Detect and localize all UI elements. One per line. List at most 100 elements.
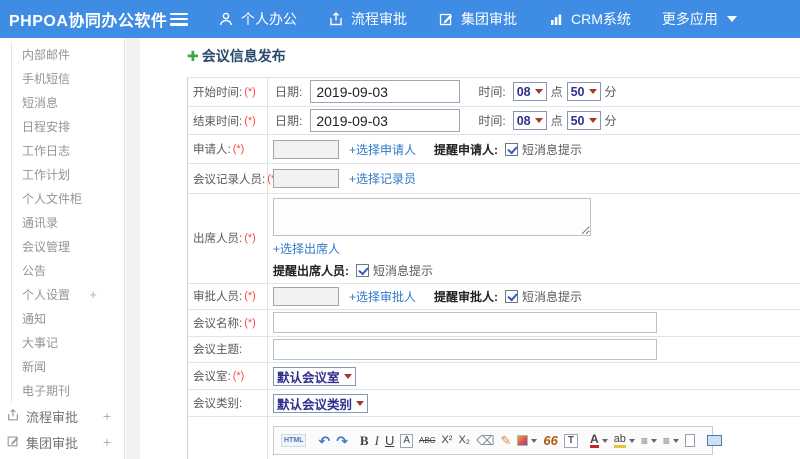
approver-input[interactable] [273, 286, 339, 306]
sidebar-item-meeting-management[interactable]: 会议管理 [12, 235, 124, 259]
form-row-attendees: 出席人员: (*) +选择出席人 提醒出席人员: 短消息提示 [188, 193, 800, 284]
sidebar-item-announcement[interactable]: 公告 [12, 259, 124, 283]
sms-remind-checkbox[interactable] [505, 289, 519, 303]
sidebar-item-work-plan[interactable]: 工作计划 [12, 163, 124, 187]
nav-item-more-apps[interactable]: 更多应用 [662, 9, 737, 29]
sidebar-group-label: 集团审批 [26, 435, 79, 451]
nav-item-group-approval[interactable]: 集团审批 [438, 9, 517, 29]
sidebar-group-group-approval[interactable]: 集团审批 + [0, 429, 124, 455]
label-text: 出席人员: [193, 233, 243, 246]
blockquote-icon[interactable]: 66 [543, 434, 557, 447]
expand-plus-icon[interactable]: + [89, 283, 97, 307]
eraser-icon[interactable]: ⌫ [476, 434, 494, 447]
choose-applicant-link[interactable]: +选择申请人 [349, 141, 416, 158]
choose-recorder-link[interactable]: +选择记录员 [349, 170, 416, 187]
bold-icon[interactable]: B [360, 434, 369, 447]
remind-approver-label: 提醒审批人: [434, 289, 499, 304]
form-row-meeting-name: 会议名称: (*) [188, 309, 800, 337]
font-color-icon[interactable]: A [589, 432, 608, 448]
sidebar-item-mobile-sms[interactable]: 手机短信 [12, 67, 124, 91]
font-color-letter: A [589, 432, 599, 448]
strikethrough-icon[interactable]: ABC [419, 436, 435, 445]
unordered-list-icon[interactable]: ≡ [663, 435, 679, 447]
sidebar-item-e-journal[interactable]: 电子期刊 [12, 379, 124, 403]
choose-attendees-link[interactable]: +选择出席人 [273, 240, 340, 257]
editor-html-source-button[interactable]: HTML [281, 434, 307, 447]
end-minute-select[interactable]: 50 [566, 111, 601, 131]
label-text: 会议类别: [193, 398, 243, 411]
nav-item-personal-office[interactable]: 个人办公 [218, 9, 297, 29]
sidebar-item-personal-settings[interactable]: 个人设置 + [12, 283, 124, 307]
underline-icon[interactable]: U [385, 434, 394, 447]
paste-as-text-icon[interactable]: T [563, 433, 578, 448]
sidebar-item-notice[interactable]: 通知 [12, 307, 124, 331]
sms-remind-checkbox[interactable] [356, 263, 369, 277]
new-page-icon[interactable] [684, 434, 695, 447]
sidebar-group-crm-system[interactable]: CRM系统 + [0, 455, 124, 459]
recorder-input[interactable] [273, 169, 339, 189]
meeting-name-input[interactable] [273, 312, 657, 334]
select-arrow-icon [356, 400, 365, 406]
redo-icon[interactable]: ↷ [336, 434, 348, 448]
meeting-category-select[interactable]: 默认会议类别 [273, 393, 369, 413]
select-value: 50 [570, 113, 585, 128]
label-text: 审批人员: [193, 291, 243, 304]
fullscreen-icon[interactable] [706, 435, 722, 446]
rich-text-editor: HTML ↶ ↷ B I U A ABC X² X₂ ⌫ ✎ 66 T A ab… [273, 426, 722, 455]
sidebar-item-personal-files[interactable]: 个人文件柜 [12, 187, 124, 211]
sidebar-item-internal-mail[interactable]: 内部邮件 [12, 43, 124, 67]
field-label [188, 417, 268, 459]
nav-label: 流程审批 [351, 11, 407, 27]
sidebar-item-short-message[interactable]: 短消息 [12, 91, 124, 115]
nav-item-crm-system[interactable]: CRM系统 [548, 9, 631, 29]
choose-approver-link[interactable]: +选择审批人 [349, 288, 416, 305]
caret-down-icon [650, 438, 657, 443]
start-date-input[interactable] [310, 80, 461, 104]
field-label: 会议室: (*) [188, 363, 268, 390]
sms-remind-label: 短消息提示 [373, 263, 434, 278]
time-label: 时间: [478, 85, 506, 100]
end-hour-select[interactable]: 08 [512, 111, 547, 131]
start-hour-select[interactable]: 08 [512, 82, 547, 102]
app-logo: PHPOA协同办公软件 [9, 13, 168, 30]
expand-plus-icon[interactable]: + [103, 408, 111, 424]
superscript-icon[interactable]: X² [441, 435, 452, 446]
caret-down-icon [601, 438, 608, 443]
hamburger-menu-icon[interactable] [170, 12, 188, 26]
select-arrow-icon [588, 89, 597, 95]
sidebar-item-news[interactable]: 新闻 [12, 355, 124, 379]
color-picker-icon[interactable] [517, 435, 538, 446]
italic-icon[interactable]: I [375, 434, 379, 447]
caret-down-icon [628, 438, 635, 443]
meeting-subject-input[interactable] [273, 338, 657, 360]
select-arrow-icon [588, 118, 597, 124]
sidebar-item-label: 个人设置 [22, 288, 71, 302]
font-style-icon[interactable]: A [400, 433, 413, 448]
subscript-icon[interactable]: X₂ [458, 435, 470, 446]
nav-item-workflow-approval[interactable]: 流程审批 [328, 9, 407, 29]
undo-icon[interactable]: ↶ [318, 434, 330, 448]
expand-plus-icon[interactable]: + [103, 434, 111, 450]
end-date-input[interactable] [310, 109, 461, 133]
applicant-input[interactable] [273, 139, 339, 159]
nav-label: 集团审批 [461, 11, 517, 27]
sidebar: 内部邮件 手机短信 短消息 日程安排 工作日志 工作计划 个人文件柜 通讯录 会… [0, 38, 125, 459]
ordered-list-icon[interactable]: ≡ [641, 435, 657, 447]
sidebar-item-schedule[interactable]: 日程安排 [12, 115, 124, 139]
start-minute-select[interactable]: 50 [566, 82, 601, 102]
sidebar-item-big-events[interactable]: 大事记 [12, 331, 124, 355]
date-label: 日期: [275, 114, 303, 129]
sidebar-group-workflow-approval[interactable]: 流程审批 + [0, 403, 124, 429]
required-marker: (*) [232, 143, 245, 156]
attendees-textarea[interactable] [273, 197, 591, 236]
meeting-room-select[interactable]: 默认会议室 [273, 366, 356, 386]
sidebar-item-contacts[interactable]: 通讯录 [12, 211, 124, 235]
label-text: 结束时间: [193, 115, 243, 128]
sms-remind-checkbox[interactable] [505, 142, 519, 156]
format-brush-icon[interactable]: ✎ [500, 434, 511, 447]
select-value: 50 [570, 84, 585, 99]
highlight-color-icon[interactable]: ab [613, 433, 635, 448]
label-text: 开始时间: [193, 86, 243, 99]
required-marker: (*) [244, 316, 256, 329]
sidebar-item-work-log[interactable]: 工作日志 [12, 139, 124, 163]
